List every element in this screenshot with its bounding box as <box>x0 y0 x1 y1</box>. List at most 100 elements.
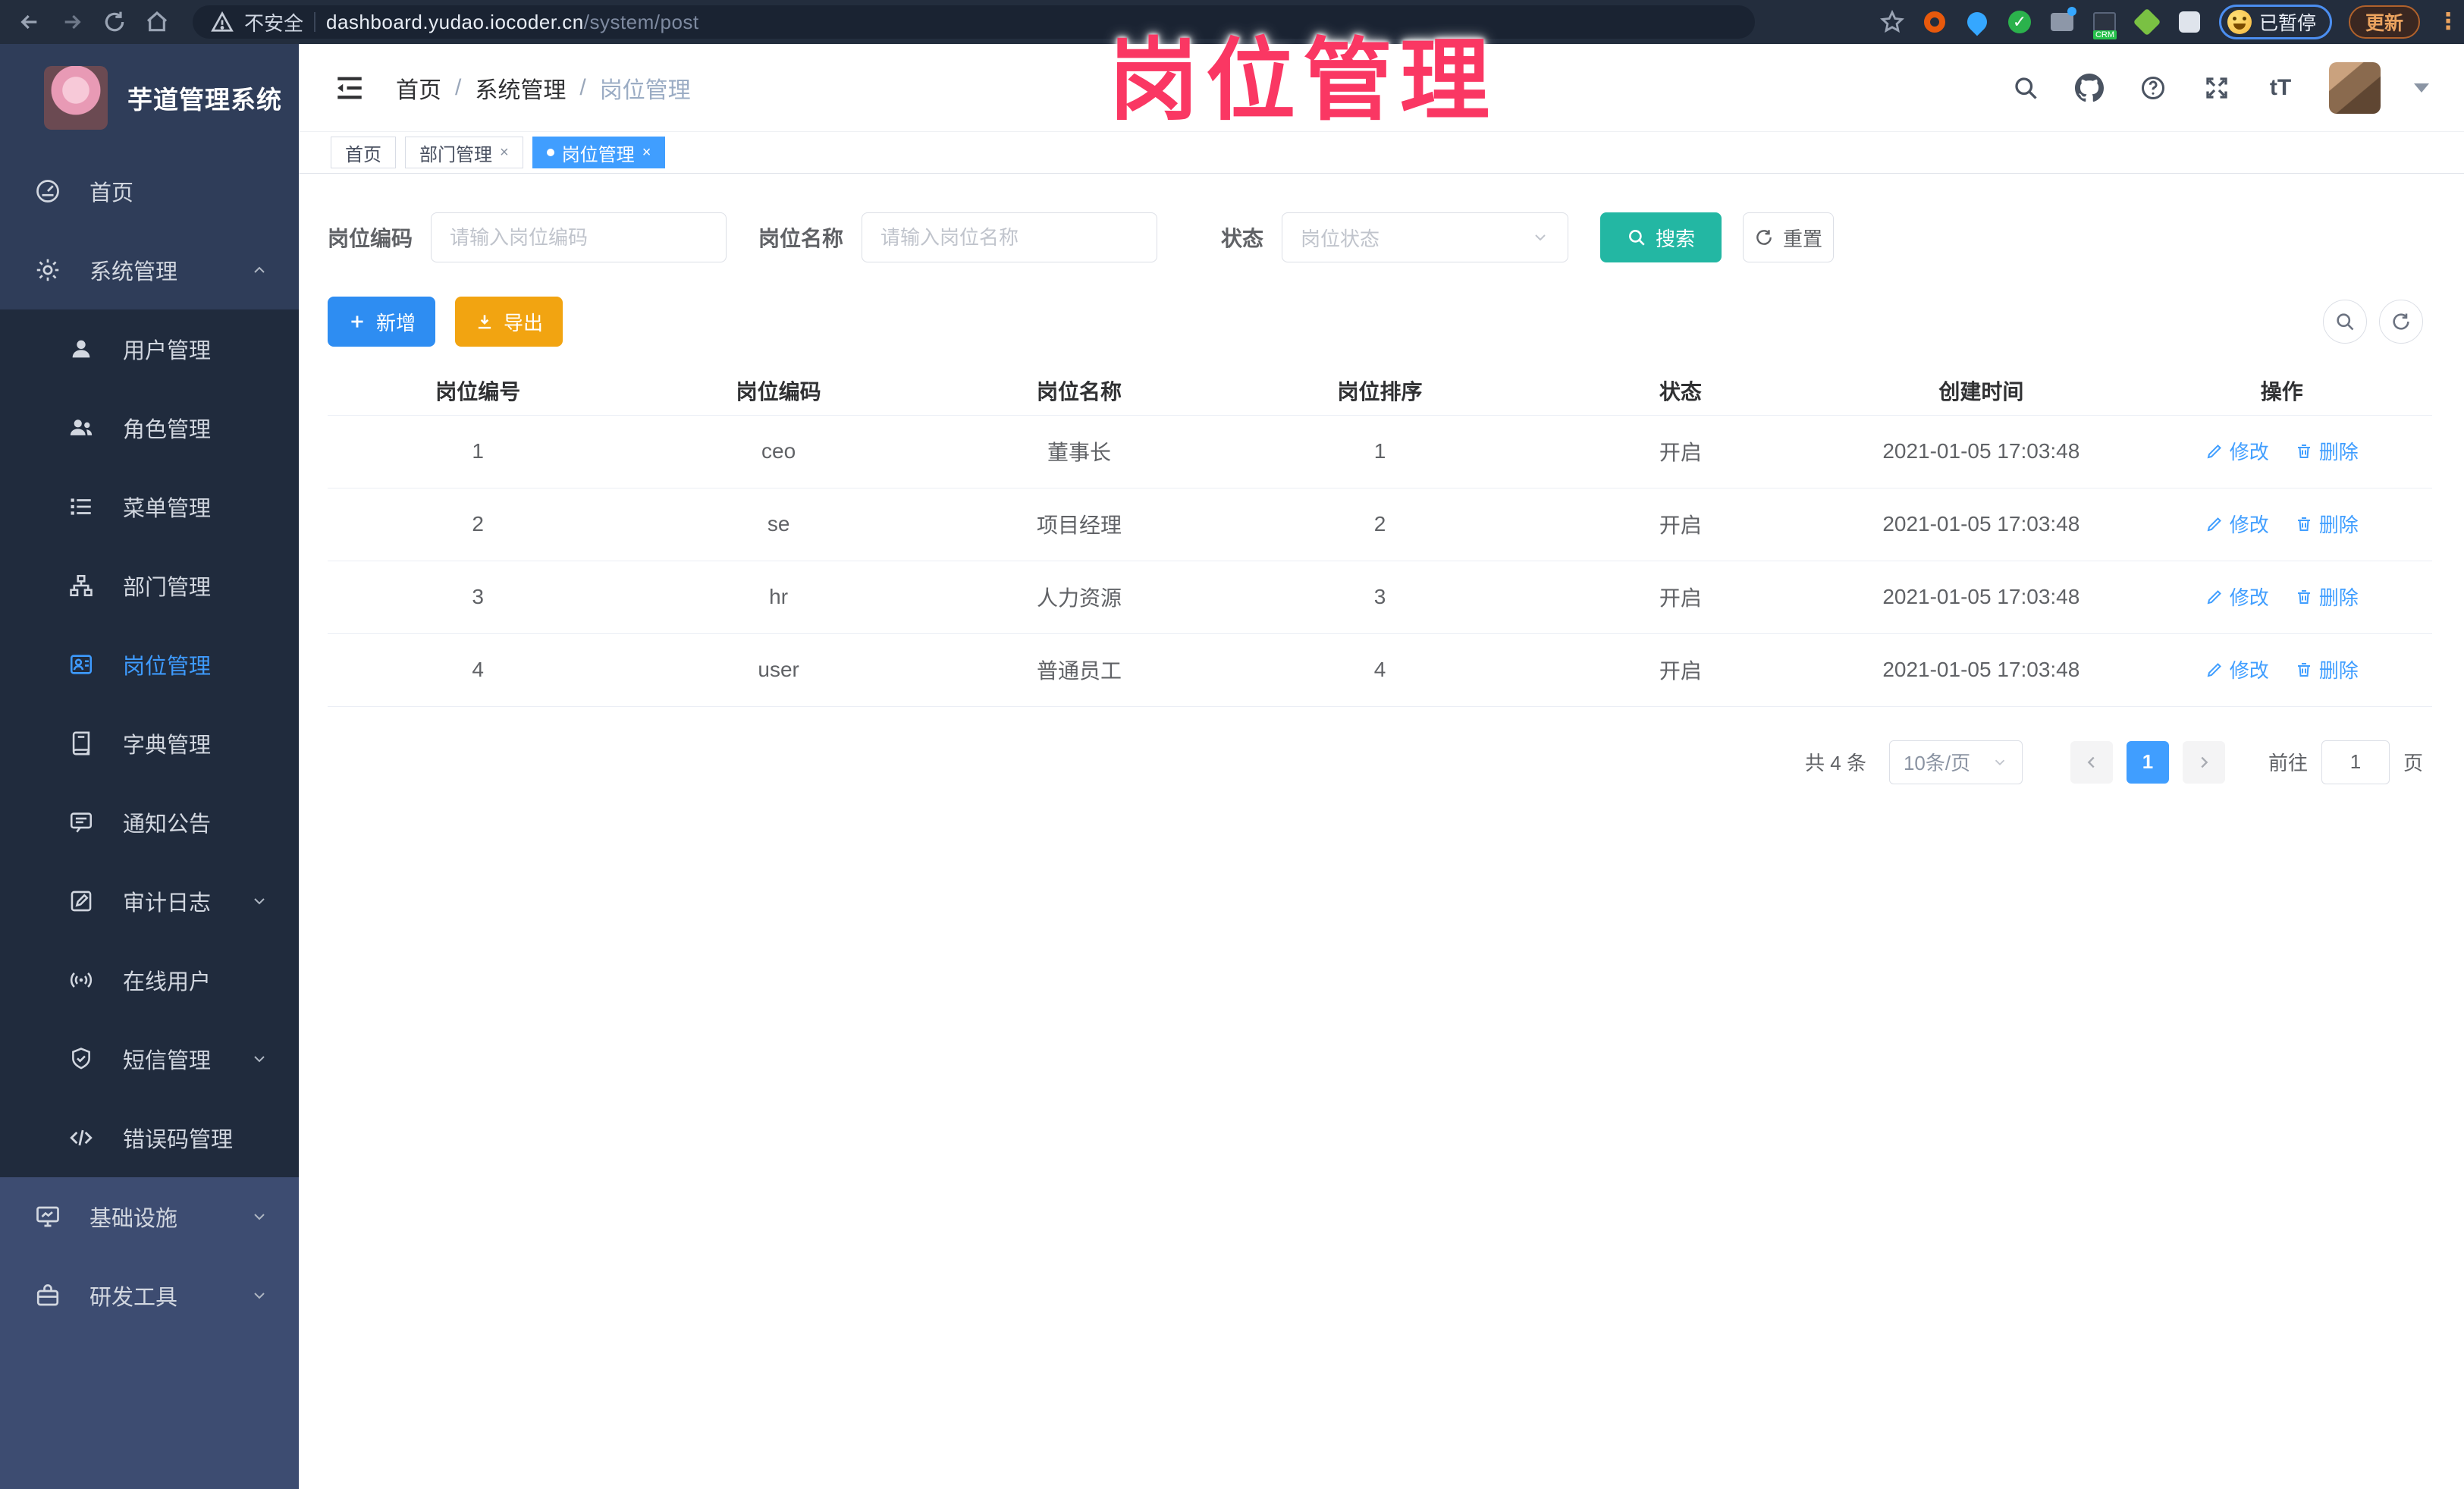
delete-link[interactable]: 删除 <box>2295 583 2359 611</box>
sidebar-item-label: 部门管理 <box>123 576 212 600</box>
cell-name: 人力资源 <box>928 561 1230 634</box>
sidebar-item-notices[interactable]: 通知公告 <box>0 783 299 862</box>
cell-status: 开启 <box>1530 415 1832 488</box>
posts-table: 岗位编号 岗位编码 岗位名称 岗位排序 状态 创建时间 操作 1 ceo 董事长 <box>328 366 2432 707</box>
refresh-table-button[interactable] <box>2379 300 2423 344</box>
tab-close-icon[interactable]: × <box>642 144 651 162</box>
table-row: 2 se 项目经理 2 开启 2021-01-05 17:03:48 修改 删除 <box>328 488 2432 561</box>
delete-link[interactable]: 删除 <box>2295 510 2359 538</box>
tab-departments[interactable]: 部门管理 × <box>405 137 523 168</box>
bookmark-star-icon[interactable] <box>1879 9 1905 35</box>
sidebar-item-dicts[interactable]: 字典管理 <box>0 704 299 783</box>
sidebar-item-label: 通知公告 <box>123 812 212 837</box>
edit-link-label: 修改 <box>2229 514 2269 537</box>
delete-link-label: 删除 <box>2318 514 2359 537</box>
extension-check-icon[interactable]: ✓ <box>2007 9 2032 35</box>
sidebar-item-online-users[interactable]: 在线用户 <box>0 941 299 1019</box>
edit-link[interactable]: 修改 <box>2205 655 2269 683</box>
table-row: 1 ceo 董事长 1 开启 2021-01-05 17:03:48 修改 删除 <box>328 415 2432 488</box>
sidebar-item-departments[interactable]: 部门管理 <box>0 546 299 625</box>
user-menu-caret-icon[interactable] <box>2414 83 2429 100</box>
breadcrumb-home[interactable]: 首页 <box>396 71 441 105</box>
sidebar-item-menus[interactable]: 菜单管理 <box>0 467 299 546</box>
sidebar-item-system[interactable]: 系统管理 <box>0 231 299 309</box>
col-post-name: 岗位名称 <box>928 366 1230 416</box>
extensions-puzzle-icon[interactable] <box>2177 9 2202 35</box>
trash-icon <box>2297 662 2310 677</box>
search-button[interactable]: 搜索 <box>1600 212 1722 262</box>
header-help-button[interactable] <box>2138 73 2168 103</box>
extension-green-icon[interactable] <box>2133 8 2161 36</box>
tab-posts[interactable]: 岗位管理 × <box>532 137 666 168</box>
edit-link[interactable]: 修改 <box>2205 583 2269 611</box>
post-name-input[interactable] <box>862 212 1158 262</box>
user-icon <box>67 336 96 362</box>
active-tab-dot <box>546 149 554 156</box>
sidebar-item-infrastructure[interactable]: 基础设施 <box>0 1177 299 1256</box>
browser-reload-button[interactable] <box>97 5 132 39</box>
app-title: 芋道管理系统 <box>127 86 282 114</box>
header-fontsize-button[interactable]: tT <box>2265 73 2296 103</box>
reload-icon <box>105 11 124 32</box>
col-post-code: 岗位编码 <box>628 366 929 416</box>
cell-actions: 修改 删除 <box>2131 561 2432 634</box>
reset-button[interactable]: 重置 <box>1743 212 1835 262</box>
browser-menu-kebab-icon[interactable]: ⋮ <box>2437 11 2459 33</box>
cell-actions: 修改 删除 <box>2131 633 2432 707</box>
sidebar-item-label: 短信管理 <box>123 1049 212 1073</box>
breadcrumb-current: 岗位管理 <box>599 77 691 103</box>
status-select[interactable]: 岗位状态 <box>1282 212 1569 262</box>
browser-home-button[interactable] <box>140 5 174 39</box>
delete-link[interactable]: 删除 <box>2295 437 2359 465</box>
sidebar-item-error-codes[interactable]: 错误码管理 <box>0 1098 299 1177</box>
sidebar-item-home[interactable]: 首页 <box>0 152 299 231</box>
extension-vm-icon[interactable] <box>2092 9 2117 39</box>
sidebar-item-sms[interactable]: 短信管理 <box>0 1019 299 1098</box>
user-avatar[interactable] <box>2329 61 2381 114</box>
tab-home[interactable]: 首页 <box>331 137 396 168</box>
post-code-input[interactable] <box>431 212 727 262</box>
sidebar-item-users[interactable]: 用户管理 <box>0 309 299 388</box>
cell-name: 董事长 <box>928 415 1230 488</box>
table-row: 3 hr 人力资源 3 开启 2021-01-05 17:03:48 修改 删除 <box>328 561 2432 634</box>
extension-camera-icon[interactable] <box>2049 7 2076 35</box>
online-signal-icon <box>67 967 96 993</box>
export-button[interactable]: 导出 <box>455 297 563 347</box>
download-icon <box>478 315 491 329</box>
notice-icon <box>67 809 96 835</box>
sidebar-item-roles[interactable]: 角色管理 <box>0 388 299 467</box>
sidebar-fold-button[interactable] <box>334 72 366 104</box>
sidebar-item-audit-log[interactable]: 审计日志 <box>0 862 299 941</box>
browser-back-button[interactable] <box>12 5 47 39</box>
page-number-1[interactable]: 1 <box>2126 740 2169 784</box>
sidebar-item-posts[interactable]: 岗位管理 <box>0 625 299 704</box>
delete-link[interactable]: 删除 <box>2295 655 2359 683</box>
header-github-button[interactable] <box>2074 73 2105 103</box>
sidebar-item-devtools[interactable]: 研发工具 <box>0 1256 299 1335</box>
edit-link[interactable]: 修改 <box>2205 437 2269 465</box>
header-search-button[interactable] <box>2010 73 2041 103</box>
sidebar-logo-row[interactable]: 芋道管理系统 <box>0 44 299 152</box>
toggle-search-button[interactable] <box>2323 300 2367 344</box>
breadcrumb-system[interactable]: 系统管理 <box>475 71 566 105</box>
status-select-placeholder: 岗位状态 <box>1301 227 1380 250</box>
edit-link[interactable]: 修改 <box>2205 510 2269 538</box>
browser-forward-button[interactable] <box>55 5 89 39</box>
add-button[interactable]: 新增 <box>328 297 435 347</box>
goto-page-input[interactable] <box>2321 740 2390 784</box>
delete-link-label: 删除 <box>2318 586 2359 610</box>
browser-update-button[interactable]: 更新 <box>2348 5 2420 39</box>
address-bar[interactable]: 不安全 dashboard.yudao.iocoder.cn/system/po… <box>193 5 1755 39</box>
page-size-select[interactable]: 10条/页 <box>1888 740 2023 784</box>
prev-page-button[interactable] <box>2070 740 2113 784</box>
extension-pin-icon[interactable] <box>1963 8 1992 36</box>
trash-icon <box>2297 444 2310 458</box>
header-fullscreen-button[interactable] <box>2202 73 2232 103</box>
table-header-row: 岗位编号 岗位编码 岗位名称 岗位排序 状态 创建时间 操作 <box>328 366 2432 416</box>
tab-close-icon[interactable]: × <box>500 144 509 162</box>
extension-orange-icon[interactable] <box>1922 9 1948 35</box>
cell-sort: 4 <box>1229 633 1530 707</box>
browser-profile-chip[interactable]: 已暂停 <box>2218 5 2332 39</box>
next-page-button[interactable] <box>2182 740 2225 784</box>
cell-actions: 修改 删除 <box>2131 415 2432 488</box>
